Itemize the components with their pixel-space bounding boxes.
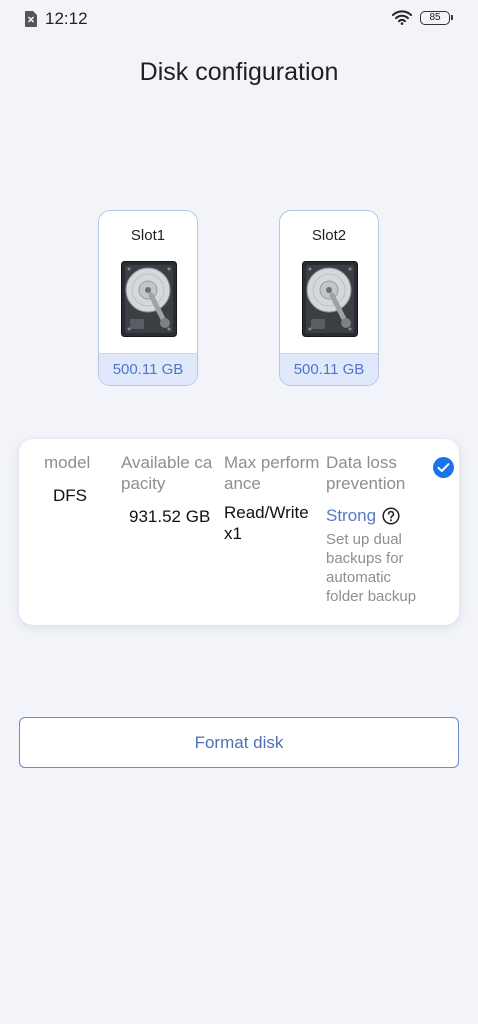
slot-name: Slot2: [311, 227, 347, 244]
status-bar: 12:12 85: [0, 0, 478, 38]
slot-capacity: 500.11 GB: [280, 353, 378, 385]
no-sim-icon: [25, 11, 37, 27]
performance-column: Max performance Read/Write x1: [224, 452, 320, 544]
slot-name: Slot1: [130, 227, 166, 244]
protection-level-row: Strong: [326, 506, 430, 526]
disk-mode-card[interactable]: model DFS Available capacity 931.52 GB M…: [19, 439, 459, 625]
disk-slot-2[interactable]: Slot2 500.11 GB: [279, 210, 379, 386]
protection-description: Set up dual backups for automatic folder…: [326, 531, 417, 605]
status-right: 85: [392, 10, 453, 25]
hard-drive-icon: [302, 261, 358, 337]
help-icon[interactable]: [382, 507, 400, 525]
slot-capacity: 500.11 GB: [99, 353, 197, 385]
model-header: model: [44, 453, 91, 472]
hard-drive-icon: [121, 261, 177, 337]
performance-header: Max performance: [224, 453, 320, 493]
capacity-value: 931.52 GB: [129, 507, 211, 526]
format-disk-button[interactable]: Format disk: [19, 717, 459, 768]
performance-value: Read/Write x1: [224, 503, 309, 543]
status-left: 12:12: [25, 9, 88, 29]
protection-column: Data loss prevention Strong Set up dual …: [326, 452, 430, 606]
protection-level: Strong: [326, 506, 377, 525]
disk-slot-1[interactable]: Slot1 500.11 GB: [98, 210, 198, 386]
battery-indicator: 85: [420, 10, 453, 25]
selected-check-icon[interactable]: [433, 457, 454, 478]
model-column: model DFS: [44, 452, 104, 506]
capacity-column: Available capacity 931.52 GB: [121, 452, 213, 527]
status-time: 12:12: [45, 9, 88, 28]
protection-header: Data loss prevention: [326, 453, 406, 493]
model-value: DFS: [53, 486, 87, 505]
wifi-icon: [392, 10, 412, 25]
capacity-header: Available capacity: [121, 453, 213, 493]
page-title: Disk configuration: [139, 58, 339, 86]
